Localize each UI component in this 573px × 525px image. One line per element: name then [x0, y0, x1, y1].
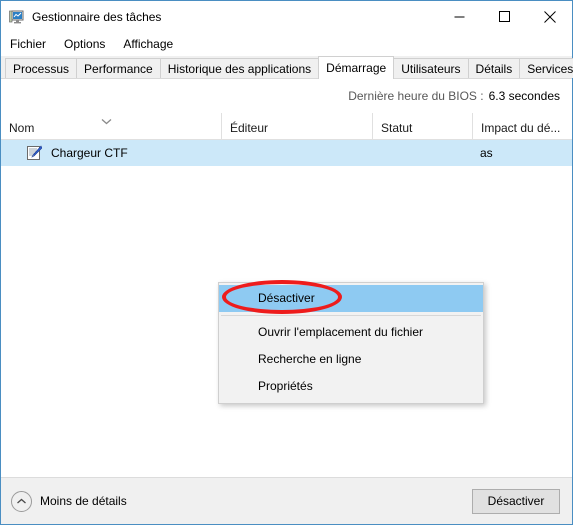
context-menu-item-desactiver[interactable]: Désactiver — [219, 285, 483, 312]
minimize-button[interactable] — [437, 1, 482, 32]
tab-demarrage[interactable]: Démarrage — [318, 56, 395, 79]
tab-performance[interactable]: Performance — [76, 58, 161, 78]
context-menu-item-recherche-en-ligne[interactable]: Recherche en ligne — [219, 346, 483, 373]
column-header-impact[interactable]: Impact du dé... — [472, 113, 572, 139]
startup-pane: Dernière heure du BIOS : 6.3 secondes No… — [1, 79, 572, 477]
bios-time-label: Dernière heure du BIOS : — [348, 89, 484, 103]
menu-bar: Fichier Options Affichage — [1, 32, 572, 56]
maximize-icon — [499, 11, 510, 22]
window-controls — [437, 1, 572, 32]
menu-item-fichier[interactable]: Fichier — [10, 35, 55, 53]
context-menu-separator — [221, 315, 481, 316]
minimize-icon — [454, 16, 465, 18]
context-menu-item-proprietes[interactable]: Propriétés — [219, 373, 483, 400]
column-header-editeur[interactable]: Éditeur — [221, 113, 372, 139]
context-menu: Désactiver Ouvrir l'emplacement du fichi… — [218, 282, 484, 404]
menu-item-affichage[interactable]: Affichage — [123, 35, 182, 53]
task-manager-icon — [9, 9, 25, 25]
tab-utilisateurs[interactable]: Utilisateurs — [393, 58, 469, 78]
column-header-statut-label: Statut — [381, 121, 413, 135]
close-icon — [543, 10, 556, 23]
menu-item-options[interactable]: Options — [64, 35, 114, 53]
column-header-editeur-label: Éditeur — [230, 121, 269, 135]
table-row[interactable]: Chargeur CTF as — [1, 140, 572, 166]
title-bar: Gestionnaire des tâches — [1, 1, 572, 32]
column-header-impact-label: Impact du dé... — [481, 121, 561, 135]
chevron-down-icon — [101, 114, 112, 125]
bios-time-value: 6.3 secondes — [488, 89, 560, 103]
tab-services[interactable]: Services — [519, 58, 573, 78]
task-manager-window: Gestionnaire des tâches Fichier Options … — [0, 0, 573, 525]
maximize-button[interactable] — [482, 1, 527, 32]
tab-strip: Processus Performance Historique des app… — [1, 56, 573, 79]
less-details-label: Moins de détails — [40, 494, 127, 508]
cell-nom: Chargeur CTF — [51, 146, 128, 160]
tab-processus[interactable]: Processus — [5, 58, 78, 78]
column-header-nom[interactable]: Nom — [1, 113, 221, 139]
column-header-nom-label: Nom — [9, 121, 35, 135]
window-title: Gestionnaire des tâches — [32, 9, 162, 24]
disable-button[interactable]: Désactiver — [472, 488, 560, 514]
footer-bar: Moins de détails Désactiver — [1, 477, 572, 524]
chevron-up-circle-icon — [11, 490, 32, 512]
less-details-button[interactable]: Moins de détails — [11, 490, 127, 512]
tab-historique-des-applications[interactable]: Historique des applications — [159, 58, 320, 78]
column-header-row: Nom Éditeur Statut Impact du dé... — [1, 113, 572, 140]
cell-impact: as — [480, 146, 493, 160]
tab-details[interactable]: Détails — [467, 58, 521, 78]
context-menu-item-ouvrir-emplacement[interactable]: Ouvrir l'emplacement du fichier — [219, 319, 483, 346]
close-button[interactable] — [527, 1, 572, 32]
ctf-loader-icon — [26, 145, 43, 161]
column-header-statut[interactable]: Statut — [372, 113, 472, 139]
startup-list: Nom Éditeur Statut Impact du dé... Charg… — [1, 113, 572, 477]
bios-time-row: Dernière heure du BIOS : 6.3 secondes — [1, 79, 572, 113]
